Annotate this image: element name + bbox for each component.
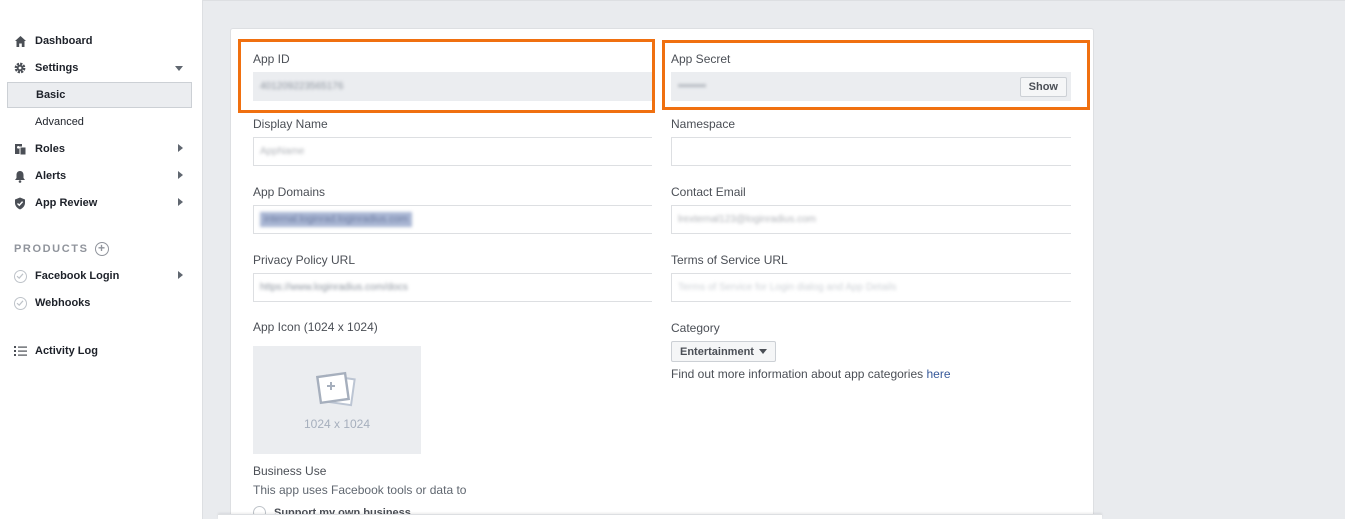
business-use-label: Business Use <box>253 464 327 478</box>
sidebar-item-dashboard[interactable]: Dashboard <box>0 29 203 53</box>
sidebar-item-label: Facebook Login <box>35 270 120 282</box>
image-placeholder-icon <box>315 371 356 407</box>
chevron-down-icon <box>175 66 183 71</box>
chevron-right-icon <box>178 271 183 279</box>
sidebar-item-label: Alerts <box>35 170 67 182</box>
check-circle-icon <box>12 268 28 284</box>
save-bar <box>218 514 1102 519</box>
namespace-input[interactable] <box>671 137 1071 166</box>
chevron-right-icon <box>178 144 183 152</box>
display-name-value: AppName <box>260 146 305 157</box>
category-dropdown[interactable]: Entertainment <box>671 341 776 362</box>
caret-down-icon <box>758 349 767 354</box>
sidebar-item-roles[interactable]: Roles <box>0 137 203 161</box>
app-secret-highlight-box <box>662 40 1090 110</box>
contact-email-input[interactable]: lrexternal123@loginradius.com <box>671 205 1071 234</box>
sidebar-item-facebook-login[interactable]: Facebook Login <box>0 264 203 288</box>
terms-of-service-input[interactable]: Terms of Service for Login dialog and Ap… <box>671 273 1071 302</box>
roles-icon <box>12 141 28 157</box>
contact-email-label: Contact Email <box>671 185 746 199</box>
sidebar-item-activity-log[interactable]: Activity Log <box>0 339 203 363</box>
chevron-right-icon <box>178 198 183 206</box>
terms-of-service-label: Terms of Service URL <box>671 253 788 267</box>
sidebar-item-advanced[interactable]: Advanced <box>7 109 192 135</box>
check-circle-icon <box>12 295 28 311</box>
add-product-icon[interactable]: + <box>94 242 109 256</box>
namespace-label: Namespace <box>671 117 736 131</box>
list-icon <box>12 343 28 359</box>
terms-of-service-placeholder: Terms of Service for Login dialog and Ap… <box>678 282 897 293</box>
products-heading: PRODUCTS + <box>14 242 109 256</box>
sidebar-item-label: Settings <box>35 62 79 74</box>
app-icon-dimension-text: 1024 x 1024 <box>303 417 371 431</box>
sidebar-item-label: App Review <box>35 197 98 209</box>
home-icon <box>12 33 28 49</box>
app-icon-upload[interactable]: 1024 x 1024 <box>253 346 421 454</box>
category-help-body: Find out more information about app cate… <box>671 367 927 381</box>
sidebar: Dashboard Settings Basic Advanced Roles … <box>0 0 203 519</box>
app-id-highlight-box <box>238 39 655 113</box>
sidebar-item-label: Advanced <box>35 116 84 128</box>
sidebar-item-app-review[interactable]: App Review <box>0 191 203 215</box>
privacy-policy-label: Privacy Policy URL <box>253 253 356 267</box>
category-selected: Entertainment <box>680 345 754 358</box>
sidebar-item-alerts[interactable]: Alerts <box>0 164 203 188</box>
bell-icon <box>12 168 28 184</box>
app-domains-input[interactable]: internal.loginrad.loginradius.com <box>253 205 652 234</box>
display-name-label: Display Name <box>253 117 328 131</box>
business-use-description: This app uses Facebook tools or data to <box>253 483 467 497</box>
sidebar-item-label: Basic <box>36 89 66 101</box>
gear-icon <box>12 60 28 76</box>
sidebar-item-label: Roles <box>35 143 65 155</box>
category-help-link[interactable]: here <box>926 367 950 381</box>
basic-settings-card: App ID 401209223565176 App Secret ••••••… <box>230 28 1094 519</box>
category-label: Category <box>671 321 720 335</box>
sidebar-item-label: Activity Log <box>35 345 98 357</box>
sidebar-item-label: Webhooks <box>35 297 91 309</box>
shield-icon <box>12 195 28 211</box>
category-help-text: Find out more information about app cate… <box>671 367 951 381</box>
app-domains-label: App Domains <box>253 185 326 199</box>
sidebar-item-webhooks[interactable]: Webhooks <box>0 291 203 315</box>
sidebar-item-label: Dashboard <box>35 35 93 47</box>
sidebar-item-basic[interactable]: Basic <box>7 82 192 108</box>
app-icon-label: App Icon (1024 x 1024) <box>253 320 378 334</box>
contact-email-value: lrexternal123@loginradius.com <box>678 214 816 225</box>
privacy-policy-value: https://www.loginradius.com/docs <box>260 282 408 293</box>
display-name-input[interactable]: AppName <box>253 137 652 166</box>
products-heading-label: PRODUCTS <box>14 243 89 255</box>
privacy-policy-input[interactable]: https://www.loginradius.com/docs <box>253 273 652 302</box>
app-domain-tag[interactable]: internal.loginrad.loginradius.com <box>260 212 412 227</box>
sidebar-item-settings[interactable]: Settings <box>0 56 203 80</box>
chevron-right-icon <box>178 171 183 179</box>
